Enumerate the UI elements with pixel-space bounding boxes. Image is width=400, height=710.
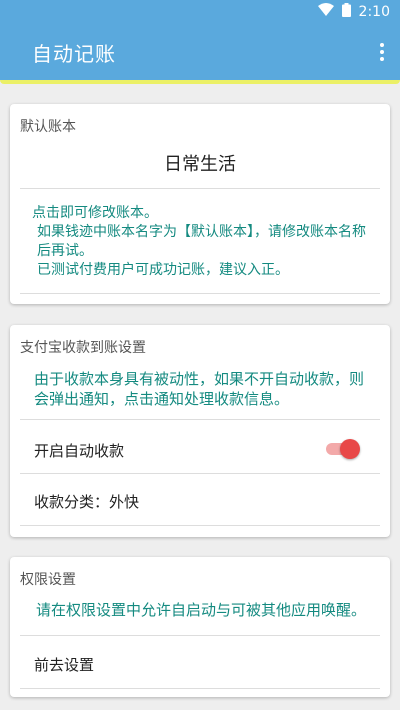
divider — [20, 525, 380, 526]
ledger-note-3: 已测试付费用户可成功记账，建议入正。 — [37, 262, 289, 278]
divider — [20, 188, 380, 189]
default-ledger-card: 默认账本 日常生活 点击即可修改账本。 如果钱迹中账本名字为【默认账本】，请修改… — [10, 104, 390, 304]
more-vert-icon[interactable] — [374, 38, 390, 66]
card-title: 默认账本 — [20, 119, 76, 135]
ledger-notes: 点击即可修改账本。 如果钱迹中账本名字为【默认账本】，请修改账本名称后再试。 已… — [32, 204, 370, 280]
ledger-note-1: 点击即可修改账本。 — [32, 205, 158, 221]
card-title: 权限设置 — [20, 572, 76, 588]
divider — [20, 635, 380, 636]
permissions-note: 请在权限设置中允许自启动与可被其他应用唤醒。 — [36, 601, 367, 619]
ledger-name[interactable]: 日常生活 — [10, 150, 390, 176]
divider — [20, 473, 380, 474]
app-title: 自动记账 — [32, 42, 116, 66]
toggle-thumb — [340, 439, 360, 459]
card-title: 支付宝收款到账设置 — [20, 340, 146, 356]
collect-category-item[interactable]: 收款分类：外快 — [34, 491, 139, 512]
divider — [20, 688, 380, 689]
alipay-note: 由于收款本身具有被动性，如果不开自动收款，则会弹出通知，点击通知处理收款信息。 — [34, 370, 365, 408]
permissions-card: 权限设置 请在权限设置中允许自启动与可被其他应用唤醒。 前去设置 — [10, 557, 390, 697]
auto-collect-toggle[interactable] — [326, 437, 360, 459]
accent-line — [0, 80, 400, 84]
divider — [20, 293, 380, 294]
ledger-note-2: 如果钱迹中账本名字为【默认账本】，请修改账本名称后再试。 — [37, 224, 366, 259]
goto-settings-item[interactable]: 前去设置 — [34, 654, 94, 675]
app-bar: 自动记账 — [0, 24, 400, 80]
divider — [20, 419, 380, 420]
wifi-icon — [317, 3, 334, 21]
status-bar: 2:10 — [0, 0, 400, 24]
battery-icon — [341, 3, 351, 21]
auto-collect-label: 开启自动收款 — [34, 442, 125, 460]
status-icons: 2:10 — [317, 3, 390, 21]
alipay-card: 支付宝收款到账设置 由于收款本身具有被动性，如果不开自动收款，则会弹出通知，点击… — [10, 325, 390, 537]
status-time: 2:10 — [358, 4, 390, 20]
